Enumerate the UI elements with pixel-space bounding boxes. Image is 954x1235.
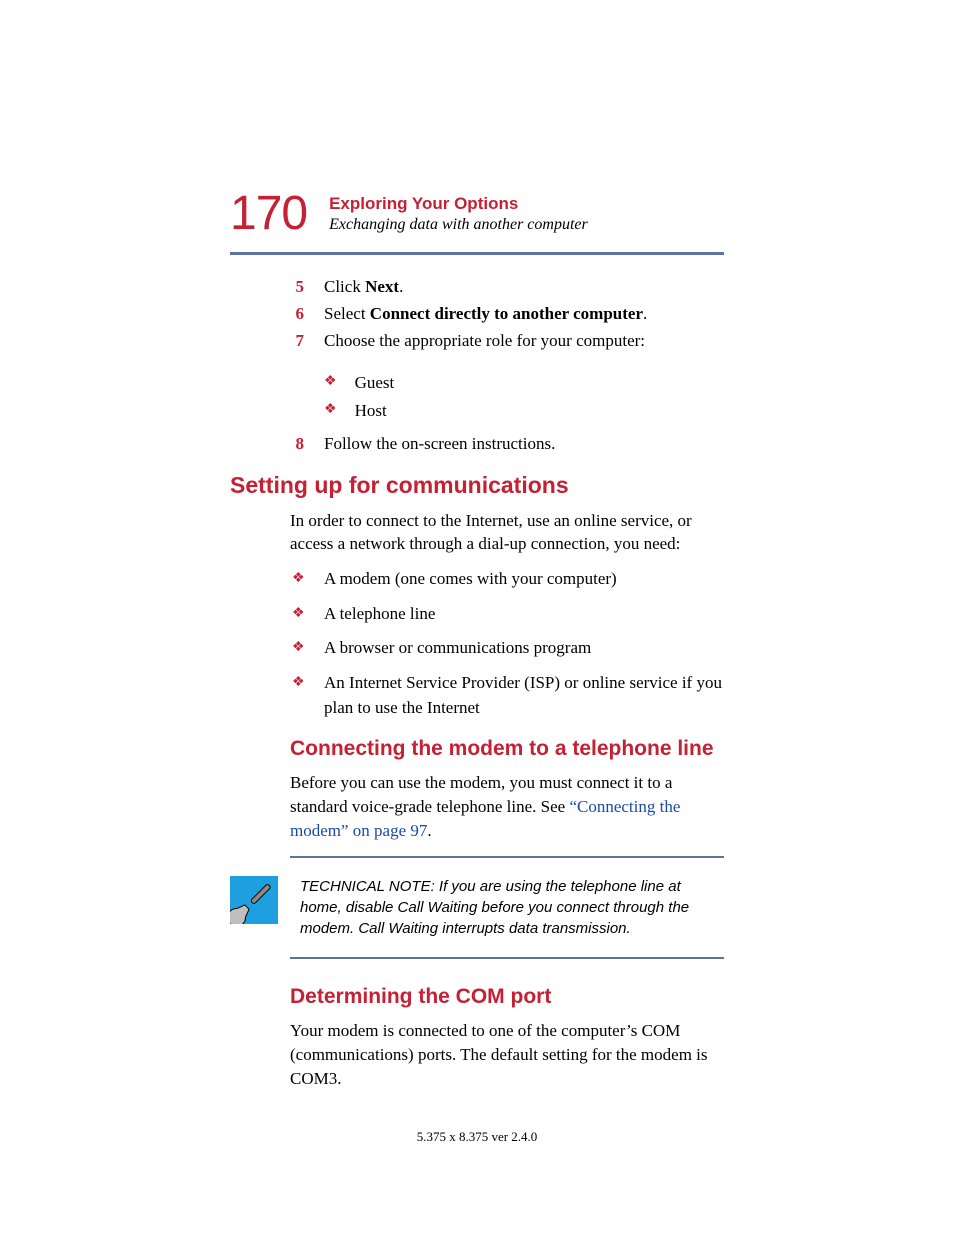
heading-setting-up: Setting up for communications: [230, 472, 724, 499]
step-text: Choose the appropriate role for your com…: [324, 327, 724, 354]
diamond-bullet-icon: ❖: [290, 566, 306, 593]
diamond-bullet-icon: ❖: [324, 397, 337, 426]
heading-com-port: Determining the COM port: [290, 985, 724, 1009]
connect-paragraph: Before you can use the modem, you must c…: [290, 771, 724, 842]
step-number: 7: [290, 327, 304, 354]
note-bottom-divider: [290, 957, 724, 959]
list-item: ❖ A browser or communications program: [290, 635, 724, 662]
numbered-steps: 5 Click Next. 6 Select Connect directly …: [290, 273, 724, 355]
page-content: 5 Click Next. 6 Select Connect directly …: [230, 273, 724, 1091]
requirements-list: ❖ A modem (one comes with your computer)…: [290, 566, 724, 721]
step-5: 5 Click Next.: [290, 273, 724, 300]
heading-connecting-modem: Connecting the modem to a telephone line: [290, 737, 724, 761]
option-label: Guest: [355, 369, 395, 398]
text-fragment: Click: [324, 277, 365, 296]
option-guest: ❖ Guest: [290, 369, 724, 398]
text-fragment: .: [399, 277, 403, 296]
bold-text: Next: [365, 277, 399, 296]
step-text: Select Connect directly to another compu…: [324, 300, 724, 327]
step-text: Click Next.: [324, 273, 724, 300]
list-text: An Internet Service Provider (ISP) or on…: [324, 670, 724, 721]
list-item: ❖ A telephone line: [290, 601, 724, 628]
step-number: 8: [290, 430, 304, 457]
step-6: 6 Select Connect directly to another com…: [290, 300, 724, 327]
step-number: 5: [290, 273, 304, 300]
list-text: A browser or communications program: [324, 635, 591, 662]
text-fragment: .: [643, 304, 647, 323]
list-item: ❖ A modem (one comes with your computer): [290, 566, 724, 593]
section-subtitle: Exchanging data with another computer: [329, 216, 588, 234]
bold-text: Connect directly to another computer: [370, 304, 643, 323]
page-number: 170: [230, 190, 307, 238]
technical-note-text: TECHNICAL NOTE: If you are using the tel…: [300, 876, 724, 939]
list-text: A telephone line: [324, 601, 435, 628]
step-7-options: ❖ Guest ❖ Host: [290, 369, 724, 427]
numbered-steps-cont: 8 Follow the on-screen instructions.: [290, 430, 724, 457]
step-7: 7 Choose the appropriate role for your c…: [290, 327, 724, 354]
diamond-bullet-icon: ❖: [290, 670, 306, 721]
step-text: Follow the on-screen instructions.: [324, 430, 724, 457]
setting-intro-paragraph: In order to connect to the Internet, use…: [290, 509, 724, 557]
step-8: 8 Follow the on-screen instructions.: [290, 430, 724, 457]
note-top-divider: [290, 856, 724, 858]
com-paragraph: Your modem is connected to one of the co…: [290, 1019, 724, 1090]
header-text-block: Exploring Your Options Exchanging data w…: [329, 190, 588, 234]
wrench-icon: [230, 876, 278, 924]
text-fragment: .: [427, 821, 431, 840]
page-footer: 5.375 x 8.375 ver 2.4.0: [0, 1129, 954, 1145]
technical-note: TECHNICAL NOTE: If you are using the tel…: [230, 876, 724, 939]
option-label: Host: [355, 397, 387, 426]
list-text: A modem (one comes with your computer): [324, 566, 617, 593]
diamond-bullet-icon: ❖: [290, 635, 306, 662]
document-page: 170 Exploring Your Options Exchanging da…: [0, 0, 954, 1235]
option-host: ❖ Host: [290, 397, 724, 426]
header-divider: [230, 252, 724, 255]
list-item: ❖ An Internet Service Provider (ISP) or …: [290, 670, 724, 721]
diamond-bullet-icon: ❖: [290, 601, 306, 628]
step-number: 6: [290, 300, 304, 327]
chapter-title: Exploring Your Options: [329, 194, 588, 214]
diamond-bullet-icon: ❖: [324, 369, 337, 398]
page-header: 170 Exploring Your Options Exchanging da…: [230, 190, 724, 238]
text-fragment: Select: [324, 304, 370, 323]
